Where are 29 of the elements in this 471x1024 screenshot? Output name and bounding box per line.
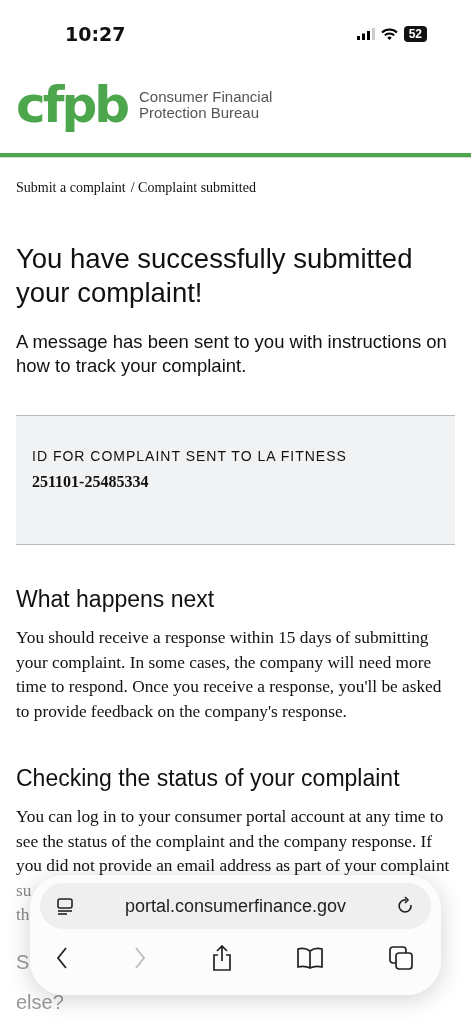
section-text: You should receive a response within 15 days of submitting your complaint. In some cases, the company will need more time to respond. Once you receive a response, you'll be asked to provide feedback on the company's response. [16,627,443,723]
page-title: You have successfully submitted your complaint! [16,242,414,310]
section-heading: Checking the status of your complaint [16,764,401,792]
page-menu-icon[interactable] [56,897,74,915]
section-heading: What happens next [16,585,216,613]
text-fragment: th [16,904,30,926]
back-icon[interactable] [56,947,68,969]
agency-name: Consumer Financial [139,89,273,105]
agency-name: Protection Bureau [139,105,261,121]
faded-heading: S [16,949,30,974]
faded-heading: else? [16,989,64,1014]
section-text: You can log in to your consumer portal account at any time to see the status of the complaint and the company response. If you did not provide an email address as part of your complaint [16,806,451,877]
logo-wordmark: cfpb [16,80,127,130]
battery-level: 52 [403,26,427,42]
address-bar[interactable]: portal.consumerfinance.gov [40,883,431,929]
url-text: portal.consumerfinance.gov [124,895,347,917]
wifi-icon [380,28,398,40]
share-icon[interactable] [211,945,232,971]
reload-icon[interactable] [397,896,415,916]
complaint-id-value: 251101-25485334 [32,473,150,491]
breadcrumb-link[interactable]: Submit a complaint [16,180,126,196]
breadcrumb-current: / Complaint submitted [130,180,256,196]
tabs-icon[interactable] [389,946,413,970]
intro-text: A message has been sent to you with instructions on how to track your complaint. [16,330,448,378]
complaint-id-label: ID FOR COMPLAINT SENT TO LA FITNESS [32,448,348,464]
book-icon[interactable] [297,947,324,969]
text-fragment: su [16,879,32,902]
signal-icon [356,28,375,40]
status-time: 10:27 [65,23,126,45]
